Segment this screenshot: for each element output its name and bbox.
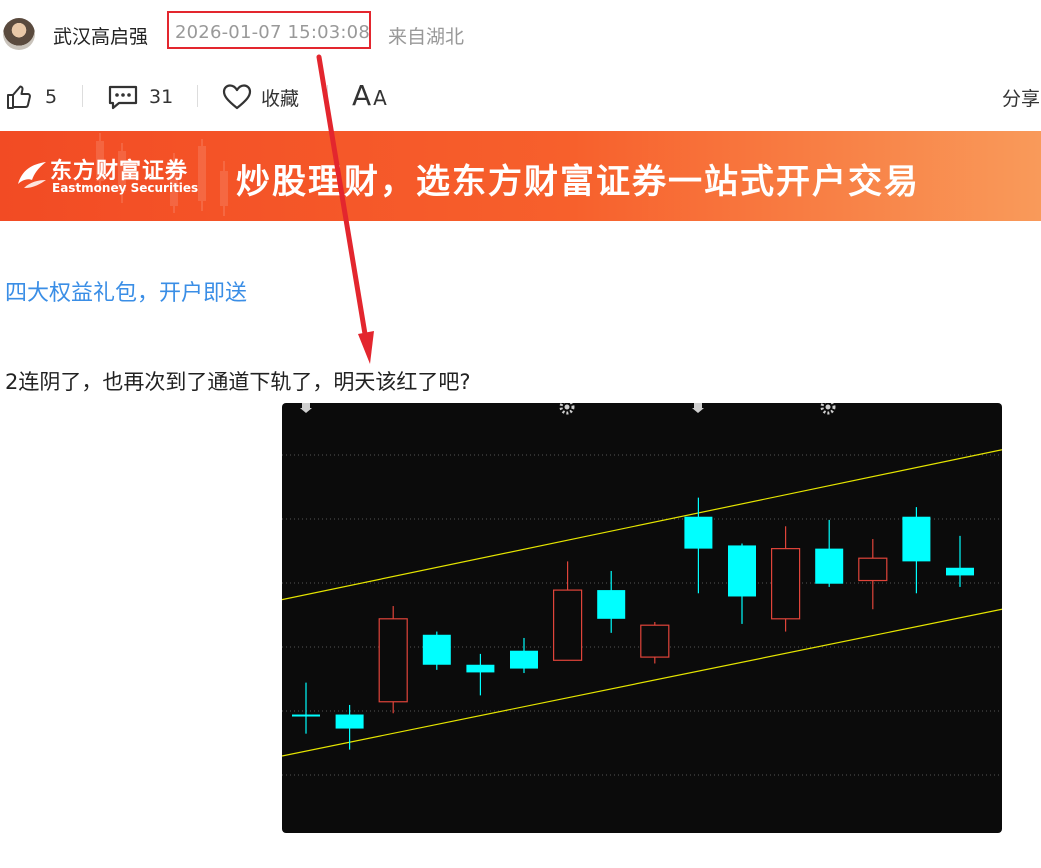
candle-body-down: [728, 545, 756, 597]
gear-marker-center: [564, 404, 570, 410]
down-arrow-marker-icon: [300, 403, 312, 413]
candle-body-up: [771, 548, 801, 620]
author-name[interactable]: 武汉高启强: [53, 22, 148, 49]
candle-body-down: [946, 567, 974, 576]
candle-body-down: [335, 714, 364, 729]
candle-body-up: [553, 589, 583, 661]
like-count: 5: [45, 86, 58, 108]
font-size-small-a: A: [373, 86, 387, 110]
candle-body-up: [378, 618, 408, 703]
banner-slogan: 炒股理财，选东方财富证券一站式开户交易: [236, 162, 920, 202]
candle-body-down: [684, 516, 713, 549]
post-header: 武汉高启强 2026-01-07 15:03:08 来自湖北: [0, 0, 1041, 70]
candle-body-up: [640, 624, 670, 658]
thumbs-up-icon: [7, 85, 31, 109]
down-arrow-marker-icon: [692, 403, 704, 413]
post-location: 来自湖北: [388, 26, 465, 48]
heart-icon: [222, 84, 252, 110]
candle-body-down: [597, 590, 626, 619]
divider: [327, 85, 328, 107]
font-size-large-a: A: [352, 78, 372, 112]
channel-upper-line: [282, 449, 1002, 601]
eastmoney-logo: [18, 162, 46, 188]
font-size-button[interactable]: A A: [352, 74, 387, 116]
gear-marker-center: [825, 404, 831, 410]
share-label: 分享: [1002, 87, 1041, 110]
comment-icon: [108, 85, 138, 110]
divider: [197, 85, 198, 107]
candle-body-down: [902, 516, 931, 562]
candle-body-down: [292, 714, 320, 717]
comment-count: 31: [149, 86, 174, 108]
favorite-label: 收藏: [261, 87, 300, 110]
candle-body-down: [815, 548, 844, 584]
favorite-button[interactable]: 收藏: [222, 76, 299, 118]
candle-body-down: [422, 634, 451, 665]
share-button[interactable]: 分享: [1002, 76, 1041, 118]
arrow-head: [358, 331, 374, 364]
candlestick-chart: [282, 403, 1002, 776]
post-timestamp: 2026-01-07 15:03:08: [175, 22, 370, 43]
divider: [82, 85, 83, 107]
candlestick-chart-image[interactable]: [282, 403, 1002, 833]
avatar[interactable]: [3, 18, 35, 50]
candle-body-down: [510, 650, 538, 669]
candle-body-up: [858, 557, 888, 582]
like-button[interactable]: 5: [5, 76, 57, 118]
broker-banner-ad[interactable]: 东方财富证券 Eastmoney Securities 炒股理财，选东方财富证券…: [0, 131, 1041, 221]
comment-button[interactable]: 31: [108, 76, 173, 118]
candle-body-down: [466, 664, 495, 673]
brand-name-en: Eastmoney Securities: [52, 181, 199, 195]
promo-link[interactable]: 四大权益礼包，开户即送: [5, 275, 247, 307]
post-body-text: 2连阴了，也再次到了通道下轨了，明天该红了吧?: [5, 370, 471, 394]
